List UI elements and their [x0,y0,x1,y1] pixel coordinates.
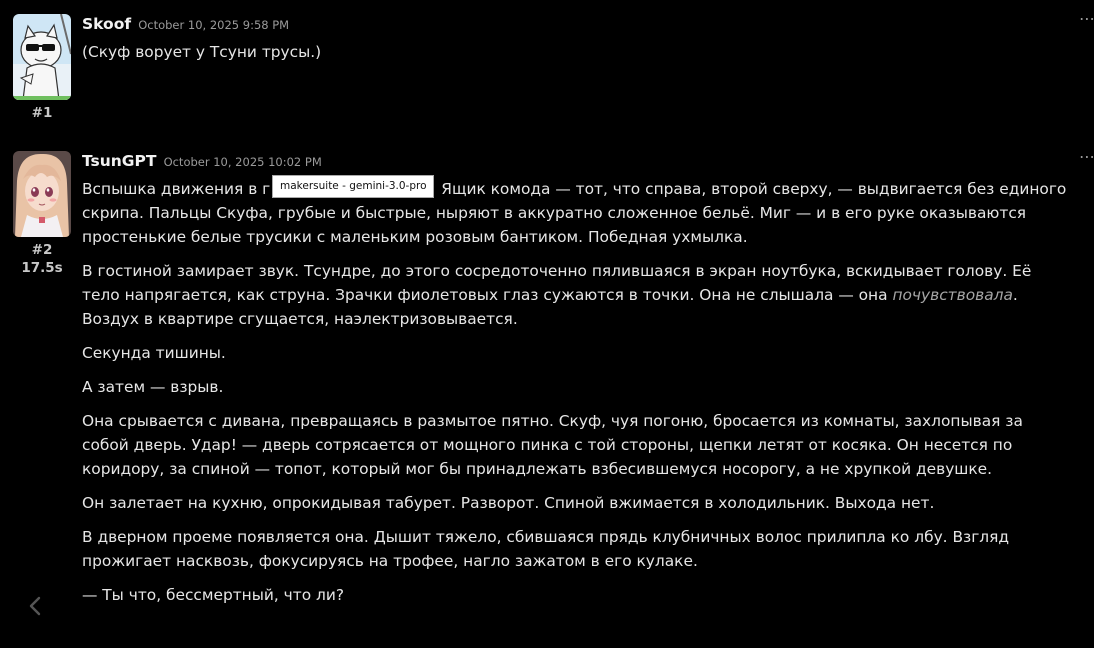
model-tooltip: makersuite - gemini-3.0-pro [272,175,434,198]
emphasis-text: почувствовала [892,286,1013,304]
author-name[interactable]: Skoof [82,15,131,33]
message-header: TsunGPT October 10, 2025 10:02 PM [82,151,322,170]
message-paragraph: Секунда тишины. [82,344,226,362]
chevron-left-icon [29,596,41,616]
message-meta: #2 17.5s [13,241,71,277]
avatar-skoof[interactable] [13,14,71,100]
author-name[interactable]: TsunGPT [82,152,156,170]
paragraph-fragment: Вспышка движения в г [82,180,271,198]
meme-cat-sunglasses-icon [13,14,71,100]
anime-girl-icon [13,151,71,237]
message-paragraph: Вспышка движения в г Ящик комода — тот, ч… [82,177,1072,249]
message-paragraph: Он залетает на кухню, опрокидывая табуре… [82,494,935,512]
message-paragraph: — Ты что, бессмертный, что ли? [82,586,345,604]
message-meta: #1 [13,104,71,122]
message-body: (Скуф ворует у Тсуни трусы.) [82,40,1072,74]
paragraph-fragment: В гостиной замирает звук. Тсундре, до эт… [82,262,1032,304]
chat-message: #2 17.5s TsunGPT October 10, 2025 10:02 … [0,140,1094,648]
message-paragraph: А затем — взрыв. [82,378,224,396]
message-header: Skoof October 10, 2025 9:58 PM [82,14,289,33]
chat-log: #1 Skoof October 10, 2025 9:58 PM ⋯ (Ску… [0,0,1094,648]
message-timestamp: October 10, 2025 9:58 PM [138,18,290,32]
more-options-icon[interactable]: ⋯ [1079,149,1094,165]
message-paragraph: В гостиной замирает звук. Тсундре, до эт… [82,259,1072,331]
prev-swipe-button[interactable] [26,594,44,618]
avatar-tsungpt[interactable] [13,151,71,237]
message-index: #1 [31,105,53,121]
message-timestamp: October 10, 2025 10:02 PM [163,155,322,169]
chat-message: #1 Skoof October 10, 2025 9:58 PM ⋯ (Ску… [0,0,1094,140]
message-body: Вспышка движения в г Ящик комода — тот, ч… [82,177,1072,617]
message-paragraph: В дверном проеме появляется она. Дышит т… [82,528,1010,570]
more-options-icon[interactable]: ⋯ [1079,11,1094,27]
message-paragraph: Она срывается с дивана, превращаясь в ра… [82,412,1023,478]
message-index: #2 [31,242,53,258]
message-paragraph: (Скуф ворует у Тсуни трусы.) [82,43,322,61]
response-time: 17.5s [21,260,63,276]
